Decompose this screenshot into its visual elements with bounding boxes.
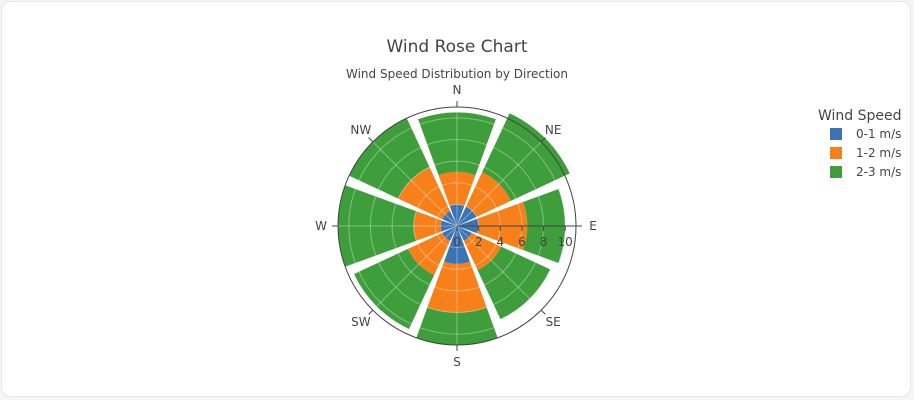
chart-title: Wind Rose Chart xyxy=(386,37,527,57)
direction-label-NW: NW xyxy=(350,123,371,137)
direction-label-N: N xyxy=(453,83,462,97)
polar-plot: 0 2 4 6 8 10 N NE E SE S SW W NW xyxy=(315,83,597,369)
legend-item-label: 2-3 m/s xyxy=(856,165,901,179)
direction-label-E: E xyxy=(589,219,597,233)
legend-title: Wind Speed xyxy=(818,108,902,124)
legend: Wind Speed 0-1 m/s 1-2 m/s 2-3 m/s xyxy=(818,108,902,179)
legend-item-label: 0-1 m/s xyxy=(856,127,901,141)
direction-label-SW: SW xyxy=(351,315,371,329)
angular-tick xyxy=(540,309,546,315)
radial-tick-label: 10 xyxy=(558,235,573,249)
wind-rose-chart: Wind Rose Chart Wind Speed Distribution … xyxy=(315,37,902,369)
angular-tick xyxy=(368,137,374,143)
radial-tick-label: 6 xyxy=(518,235,526,249)
legend-swatch xyxy=(830,128,842,140)
direction-label-NE: NE xyxy=(545,123,562,137)
radial-tick-label: 0 xyxy=(453,235,461,249)
radial-tick-label: 2 xyxy=(475,235,483,249)
chart-subtitle: Wind Speed Distribution by Direction xyxy=(346,67,568,81)
direction-label-W: W xyxy=(315,219,327,233)
legend-item-label: 1-2 m/s xyxy=(856,146,901,160)
radial-tick-label: 4 xyxy=(496,235,504,249)
radial-tick-label: 8 xyxy=(540,235,548,249)
angular-tick xyxy=(368,309,374,315)
legend-swatch xyxy=(830,147,842,159)
direction-label-SE: SE xyxy=(546,315,561,329)
direction-label-S: S xyxy=(453,355,461,369)
legend-swatch xyxy=(830,166,842,178)
